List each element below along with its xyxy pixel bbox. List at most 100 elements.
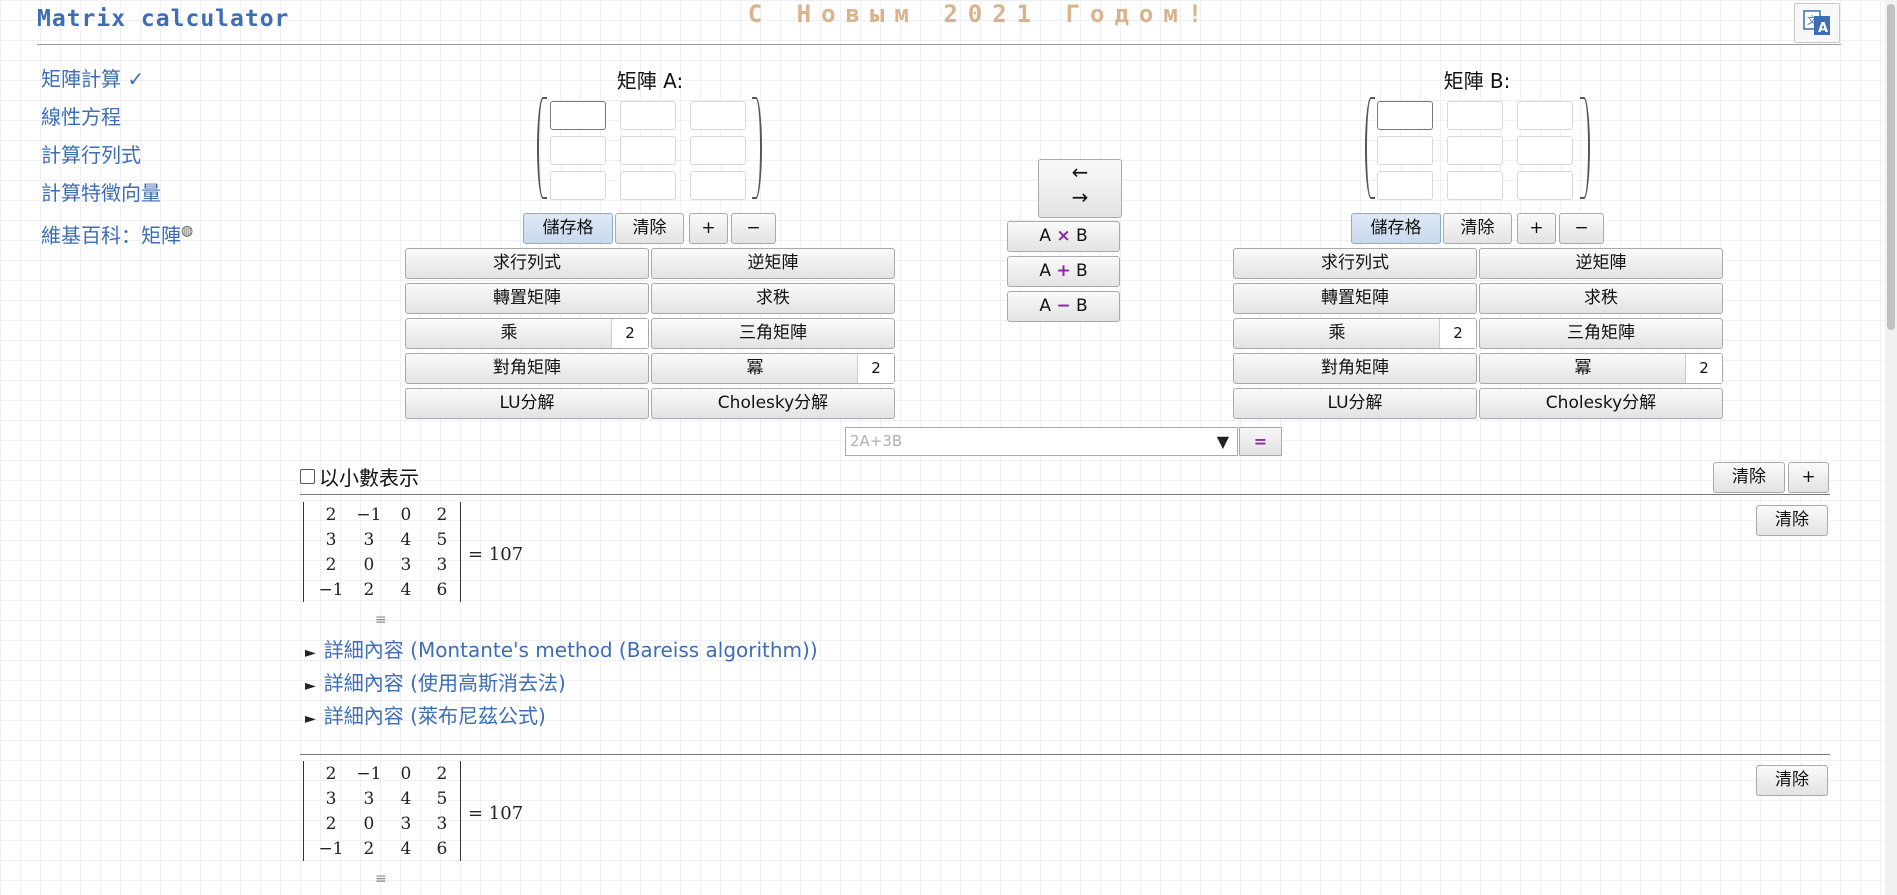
matrix-b-determinant-button[interactable]: 求行列式 [1233, 248, 1477, 279]
matrix-cell: 2 [325, 763, 337, 784]
matrix-b-lu-button[interactable]: LU分解 [1233, 388, 1477, 419]
matrix-a-cell-input[interactable] [690, 171, 746, 200]
site-title[interactable]: Matrix calculator [37, 6, 289, 32]
matrix-b-triangular-button[interactable]: 三角矩陣 [1479, 318, 1723, 349]
a-times-b-button[interactable]: A × B [1007, 221, 1120, 252]
a-plus-b-button[interactable]: A + B [1007, 256, 1120, 287]
matrix-a-determinant-button[interactable]: 求行列式 [405, 248, 649, 279]
svg-text:文: 文 [1807, 14, 1817, 27]
result-1-clear-button[interactable]: 清除 [1756, 505, 1828, 536]
matrix-b-reduce-size-button[interactable]: − [1559, 213, 1604, 244]
matrix-row: 2033 [312, 552, 460, 577]
matrix-cell: 2 [363, 838, 375, 859]
nav-linear-equations[interactable]: 線性方程 [41, 101, 193, 139]
matrix-b-clear-button[interactable]: 清除 [1443, 213, 1512, 244]
nav-matrix-calc[interactable]: 矩陣計算 ✓ [41, 63, 193, 101]
nav-wikipedia-label: 維基百科：矩陣 [41, 223, 181, 248]
matrix-cell: 0 [400, 504, 412, 525]
expression-input[interactable]: 2A+3B ▼ [845, 427, 1238, 456]
matrix-a-add-size-button[interactable]: + [689, 213, 728, 244]
matrix-cell: 6 [436, 838, 448, 859]
translate-button[interactable]: A 文 [1794, 3, 1840, 43]
matrix-b-cell-input[interactable] [1517, 101, 1573, 130]
matrix-a-power-button[interactable]: 冪 2 [651, 353, 895, 384]
result-2-menu-icon[interactable]: ≡ [375, 871, 387, 887]
matrix-b-cell-input[interactable] [1517, 136, 1573, 165]
results-divider [300, 754, 1830, 755]
details-leibniz-link[interactable]: ► 詳細內容 (萊布尼茲公式) [305, 700, 818, 733]
details-gaussian-link[interactable]: ► 詳細內容 (使用高斯消去法) [305, 667, 818, 700]
matrix-a-diagonal-button[interactable]: 對角矩陣 [405, 353, 649, 384]
matrix-cell: 4 [400, 838, 412, 859]
matrix-a-inverse-button[interactable]: 逆矩陣 [651, 248, 895, 279]
matrix-a-cells-button[interactable]: 儲存格 [523, 213, 613, 244]
matrix-cell: 3 [325, 529, 337, 550]
matrix-a-cell-input[interactable] [690, 101, 746, 130]
matrix-b-cells-button[interactable]: 儲存格 [1351, 213, 1441, 244]
matrix-b-rank-button[interactable]: 求秩 [1479, 283, 1723, 314]
nav-wikipedia[interactable]: 維基百科：矩陣◍ [41, 215, 193, 253]
decimal-checkbox[interactable] [300, 469, 315, 484]
matrix-b-cell-input[interactable] [1377, 171, 1433, 200]
decimal-toggle[interactable]: 以小數表示 [300, 462, 419, 491]
clear-all-results-button[interactable]: 清除 [1713, 462, 1785, 493]
matrix-cell: 3 [400, 554, 412, 575]
matrix-a-cell-input[interactable] [620, 171, 676, 200]
result-2-clear-button[interactable]: 清除 [1756, 765, 1828, 796]
result-1-menu-icon[interactable]: ≡ [375, 612, 387, 628]
results-divider [300, 494, 1830, 495]
expand-triangle-icon: ► [305, 711, 316, 727]
matrix-b-multiply-input[interactable]: 2 [1439, 319, 1476, 348]
plus-operator: + [1056, 261, 1071, 281]
matrix-b-add-size-button[interactable]: + [1517, 213, 1556, 244]
matrix-cell: 3 [363, 529, 375, 550]
matrix-cell: 2 [436, 504, 448, 525]
matrix-a-multiply-input[interactable]: 2 [611, 319, 648, 348]
nav-eigenvectors[interactable]: 計算特徵向量 [41, 177, 193, 215]
dropdown-arrow-icon[interactable]: ▼ [1217, 428, 1229, 455]
swap-matrices-button[interactable]: ← → [1038, 159, 1122, 218]
evaluate-button[interactable]: = [1239, 427, 1282, 456]
matrix-b-power-input[interactable]: 2 [1685, 354, 1722, 383]
matrix-b-cell-input[interactable] [1447, 136, 1503, 165]
matrix-b-cell-input[interactable] [1447, 171, 1503, 200]
matrix-b-diagonal-button[interactable]: 對角矩陣 [1233, 353, 1477, 384]
matrix-a-rank-button[interactable]: 求秩 [651, 283, 895, 314]
matrix-b-multiply-button[interactable]: 乘 2 [1233, 318, 1477, 349]
matrix-a-cell-input[interactable] [550, 136, 606, 165]
matrix-a-cholesky-button[interactable]: Cholesky分解 [651, 388, 895, 419]
matrix-row: −1 2 4 6 [312, 577, 460, 602]
matrix-a-cell-input[interactable] [620, 101, 676, 130]
matrix-cell: 3 [436, 813, 448, 834]
nav-determinant[interactable]: 計算行列式 [41, 139, 193, 177]
matrix-a-cell-input[interactable] [550, 101, 606, 130]
operand-b: B [1076, 261, 1088, 281]
matrix-a-triangular-button[interactable]: 三角矩陣 [651, 318, 895, 349]
matrix-a-power-input[interactable]: 2 [857, 354, 894, 383]
matrix-b-cell-input[interactable] [1377, 101, 1433, 130]
matrix-b-cell-input[interactable] [1447, 101, 1503, 130]
matrix-a-transpose-button[interactable]: 轉置矩陣 [405, 283, 649, 314]
matrix-b-power-button[interactable]: 冪 2 [1479, 353, 1723, 384]
matrix-b-cell-input[interactable] [1517, 171, 1573, 200]
matrix-a-cell-input[interactable] [690, 136, 746, 165]
operand-a: A [1039, 261, 1051, 281]
matrix-b-cell-input[interactable] [1377, 136, 1433, 165]
matrix-b-inverse-button[interactable]: 逆矩陣 [1479, 248, 1723, 279]
matrix-a-reduce-size-button[interactable]: − [731, 213, 776, 244]
matrix-a-clear-button[interactable]: 清除 [615, 213, 684, 244]
operand-b: B [1076, 296, 1088, 316]
matrix-a-cell-input[interactable] [550, 171, 606, 200]
matrix-b-cholesky-button[interactable]: Cholesky分解 [1479, 388, 1723, 419]
matrix-a-lu-button[interactable]: LU分解 [405, 388, 649, 419]
details-bareiss-link[interactable]: ► 詳細內容 (Montante's method (Bareiss algori… [305, 634, 818, 667]
matrix-cell: 3 [400, 813, 412, 834]
a-minus-b-button[interactable]: A − B [1007, 291, 1120, 322]
matrix-a-multiply-button[interactable]: 乘 2 [405, 318, 649, 349]
matrix-b-transpose-button[interactable]: 轉置矩陣 [1233, 283, 1477, 314]
matrix-cell: 2 [325, 504, 337, 525]
page-scrollbar-thumb[interactable] [1887, 4, 1895, 330]
matrix-a-cell-input[interactable] [620, 136, 676, 165]
result-2-value: = 107 [468, 803, 524, 824]
add-result-button[interactable]: + [1788, 462, 1829, 493]
